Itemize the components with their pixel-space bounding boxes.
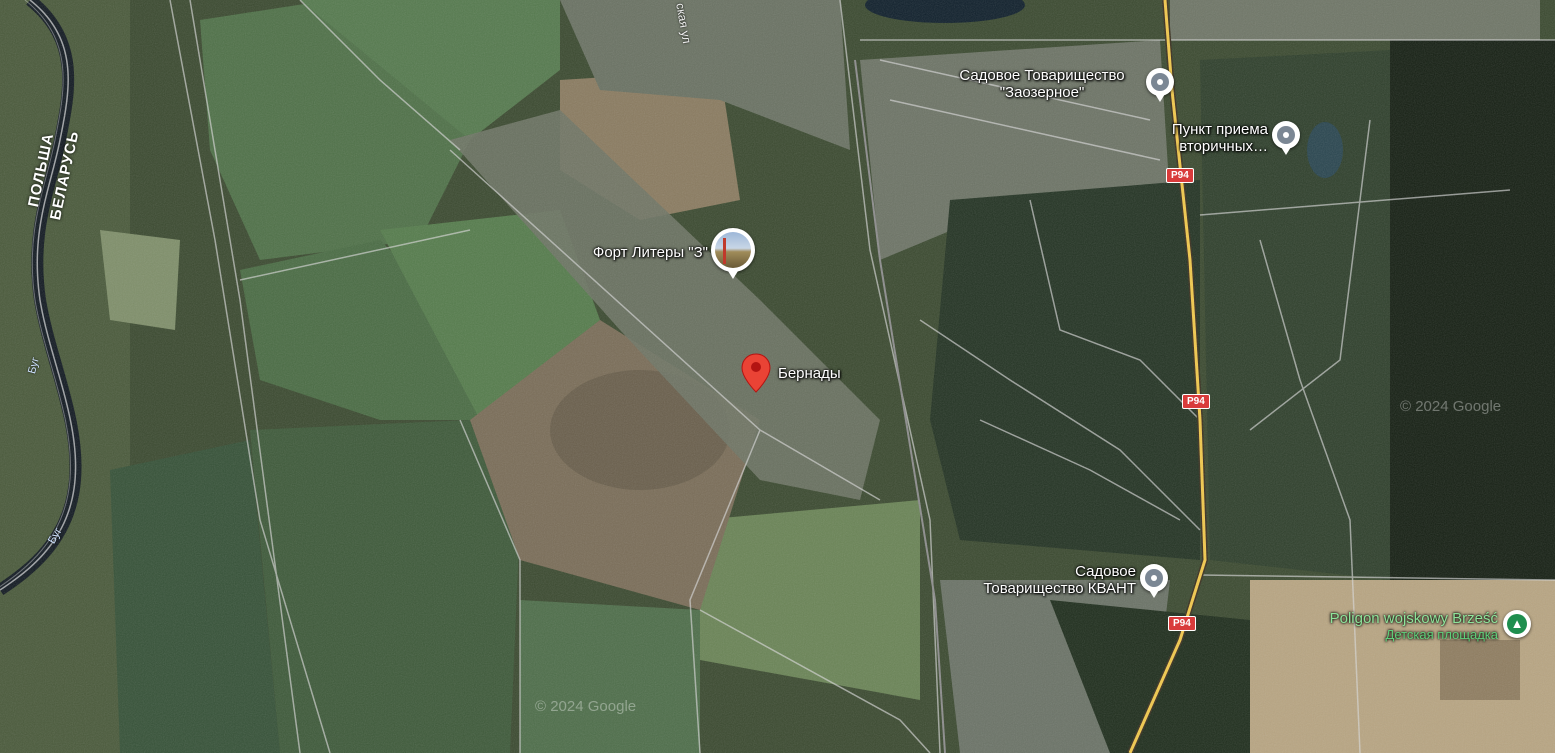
place-label-zaozernoe[interactable]: Садовое Товарищество "Заозерное": [938, 67, 1146, 101]
route-shield-p94: P94: [1168, 616, 1196, 631]
location-pin-icon[interactable]: [1146, 68, 1174, 102]
map-watermark: © 2024 Google: [1400, 398, 1502, 415]
place-label-recycling-line2: вторичных…: [1179, 138, 1268, 155]
place-label-fort[interactable]: Форт Литеры "З": [560, 244, 708, 261]
route-shield-p94: P94: [1166, 168, 1194, 183]
place-label-recycling-line1: Пункт приема: [1171, 121, 1268, 138]
photo-thumbnail-icon[interactable]: [711, 228, 755, 279]
map-watermark: © 2024 Google: [535, 698, 637, 715]
place-label-kvant[interactable]: Садовое Товарищество КВАНТ: [940, 563, 1136, 597]
place-label-poligon-line2: Детская площадка: [1385, 627, 1498, 642]
place-label-zaozernoe-line2: "Заозерное": [999, 84, 1085, 101]
place-label-bernady[interactable]: Бернады: [778, 365, 841, 382]
place-label-zaozernoe-line1: Садовое Товарищество: [959, 67, 1125, 84]
location-pin-icon[interactable]: [1140, 564, 1168, 598]
location-pin-icon[interactable]: [1272, 121, 1300, 155]
tree-icon[interactable]: ▲: [1503, 610, 1531, 638]
route-shield-p94: P94: [1182, 394, 1210, 409]
place-label-recycling[interactable]: Пункт приема вторичных…: [1130, 121, 1268, 155]
red-pin-icon[interactable]: [741, 353, 771, 393]
place-label-poligon[interactable]: Poligon wojskowy Brześć Детская площадка: [1290, 611, 1498, 643]
place-label-kvant-line1: Садовое: [1075, 563, 1136, 580]
place-label-poligon-line1: Poligon wojskowy Brześć: [1329, 610, 1498, 627]
place-label-kvant-line2: Товарищество КВАНТ: [983, 580, 1136, 597]
